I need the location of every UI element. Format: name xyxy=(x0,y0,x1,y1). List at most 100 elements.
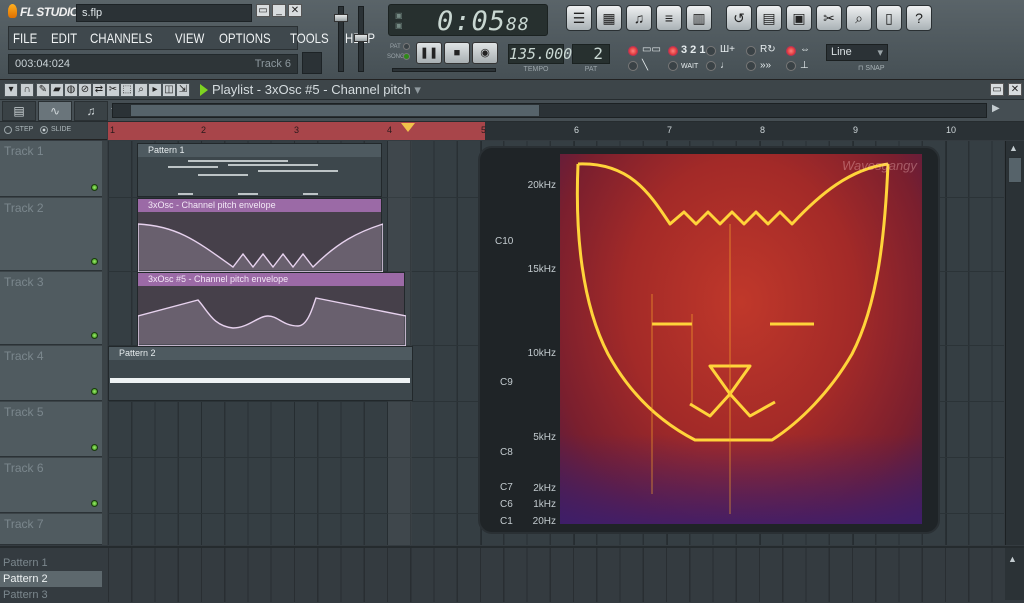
track-header-4[interactable]: Track 4 xyxy=(0,346,102,401)
freq-label-2khz: 2kHz xyxy=(533,483,556,494)
zoom-icon[interactable]: ⌕ xyxy=(134,83,148,97)
envelope-1-clip[interactable]: 3xOsc - Channel pitch envelope xyxy=(137,198,383,272)
scroll-right-icon[interactable]: ▶ xyxy=(992,103,1000,114)
minimize-icon[interactable]: _ xyxy=(272,4,286,17)
track-header-3[interactable]: Track 3 xyxy=(0,272,102,345)
overdub-led[interactable] xyxy=(706,46,716,56)
vertical-scroll-thumb[interactable] xyxy=(1008,157,1022,183)
step-edit-led[interactable] xyxy=(628,61,638,71)
slide-radio[interactable] xyxy=(40,126,48,134)
pattern-list-scrollbar[interactable]: ▲ xyxy=(1005,548,1024,600)
auto-scroll-led[interactable] xyxy=(786,46,796,56)
menu-options[interactable]: OPTIONS xyxy=(219,30,271,46)
pattern-list-item-2[interactable]: Pattern 2 xyxy=(0,571,102,587)
piano-roll-icon[interactable]: ♫ xyxy=(626,5,652,31)
play-pause-button[interactable]: ❚❚ xyxy=(416,42,442,64)
midi-icon[interactable] xyxy=(302,52,322,74)
track-header-7[interactable]: Track 7 xyxy=(0,514,102,545)
horizontal-scroll-thumb[interactable] xyxy=(130,104,540,117)
scroll-up-icon[interactable]: ▲ xyxy=(1009,143,1018,153)
cut-icon[interactable]: ✂ xyxy=(816,5,842,31)
snap-icon[interactable]: ◫ xyxy=(162,83,176,97)
track-header-2[interactable]: Track 2 xyxy=(0,198,102,271)
mute-icon[interactable]: ⊘ xyxy=(78,83,92,97)
step-label: STEP xyxy=(15,126,34,133)
tab-audio-icon[interactable]: ♫ xyxy=(74,101,108,121)
select-icon[interactable]: ⬚ xyxy=(120,83,134,97)
scroll-up-icon[interactable]: ▲ xyxy=(1008,554,1017,564)
track-mute-led[interactable] xyxy=(91,332,98,339)
metronome-led[interactable] xyxy=(628,46,638,56)
close-icon[interactable]: ✕ xyxy=(288,4,302,17)
draw-icon[interactable]: ✎ xyxy=(36,83,50,97)
tempo-value[interactable]: 135.000 xyxy=(508,44,572,64)
recording-filter-led[interactable] xyxy=(746,46,756,56)
track-mute-led[interactable] xyxy=(91,444,98,451)
track-mute-led[interactable] xyxy=(91,500,98,507)
playlist-icon[interactable]: ☰ xyxy=(566,5,592,31)
notes-icon[interactable]: ▯ xyxy=(876,5,902,31)
magnet-icon[interactable]: ∩ xyxy=(20,83,34,97)
pitch-led[interactable] xyxy=(786,61,796,71)
menu-file[interactable]: FILE xyxy=(13,30,37,46)
stop-button[interactable]: ■ xyxy=(444,42,470,64)
pattern-2-clip[interactable]: Pattern 2 xyxy=(108,346,413,401)
paint-icon[interactable]: ▰ xyxy=(50,83,64,97)
loop-record-led[interactable] xyxy=(706,61,716,71)
menu-channels[interactable]: CHANNELS xyxy=(90,30,153,46)
wait-led[interactable] xyxy=(668,61,678,71)
help-search-icon[interactable]: ⌕ xyxy=(846,5,872,31)
slip-icon[interactable]: ⇄ xyxy=(92,83,106,97)
tab-automation-icon[interactable]: ∿ xyxy=(38,101,72,121)
playlist-close-icon[interactable]: ✕ xyxy=(1008,83,1022,96)
hint-position: 003:04:024 xyxy=(15,58,71,70)
menu-edit[interactable]: EDIT xyxy=(51,30,77,46)
tab-song-icon[interactable]: ▤ xyxy=(2,101,36,121)
time-main: 0:05 xyxy=(437,6,507,37)
restore-icon[interactable]: ▭ xyxy=(256,4,270,17)
pattern-1-clip[interactable]: Pattern 1 xyxy=(137,143,382,197)
browser-icon[interactable]: ≡ xyxy=(656,5,682,31)
envelope-2-clip[interactable]: 3xOsc #5 - Channel pitch envelope xyxy=(137,272,406,346)
playlist-menu-icon[interactable]: ▾ xyxy=(4,83,18,97)
delete-icon[interactable]: ◍ xyxy=(64,83,78,97)
slice-icon[interactable]: ✂ xyxy=(106,83,120,97)
menu-tools[interactable]: TOOLS xyxy=(290,30,329,46)
count-in-led[interactable] xyxy=(668,46,678,56)
snap-select[interactable]: Line ▾ xyxy=(826,44,888,61)
record-button[interactable]: ◉ xyxy=(472,42,498,64)
track-mute-led[interactable] xyxy=(91,388,98,395)
song-mode-led[interactable] xyxy=(403,53,410,60)
playlist-title[interactable]: Playlist - 3xOsc #5 - Channel pitch ▾ xyxy=(212,82,421,98)
time-display[interactable]: ▣ ▣ 0:0588 xyxy=(388,4,548,37)
undo-icon[interactable]: ↺ xyxy=(726,5,752,31)
save-as-icon[interactable]: ▣ xyxy=(786,5,812,31)
vertical-scrollbar[interactable]: ▲ xyxy=(1005,141,1024,545)
save-icon[interactable]: ▤ xyxy=(756,5,782,31)
pat-mode-led[interactable] xyxy=(403,43,410,50)
song-position-marker[interactable] xyxy=(401,123,415,132)
pattern-list-item-1[interactable]: Pattern 1 xyxy=(0,555,102,571)
track-header-5[interactable]: Track 5 xyxy=(0,402,102,457)
mixer-icon[interactable]: ▥ xyxy=(686,5,712,31)
master-pitch-knob[interactable] xyxy=(354,34,368,42)
playlist-restore-icon[interactable]: ▭ xyxy=(990,83,1004,96)
menu-view[interactable]: VIEW xyxy=(175,30,204,46)
master-volume-knob[interactable] xyxy=(334,14,348,22)
question-icon[interactable]: ? xyxy=(906,5,932,31)
step-led[interactable] xyxy=(746,61,756,71)
playback-icon[interactable]: ▸ xyxy=(148,83,162,97)
cat-face-drawing xyxy=(575,162,890,514)
hint-bar: 003:04:024 Track 6 xyxy=(8,54,298,74)
track-header-6[interactable]: Track 6 xyxy=(0,458,102,513)
slide-label: SLIDE xyxy=(51,126,72,133)
step-sequencer-icon[interactable]: ▦ xyxy=(596,5,622,31)
detach-icon[interactable]: ⇲ xyxy=(176,83,190,97)
pattern-number[interactable]: 2 xyxy=(572,44,610,64)
pattern-list-item-3[interactable]: Pattern 3 xyxy=(0,587,102,601)
step-radio[interactable] xyxy=(4,126,12,134)
track-header-1[interactable]: Track 1 xyxy=(0,141,102,197)
song-position-slider[interactable] xyxy=(392,68,496,72)
track-mute-led[interactable] xyxy=(91,184,98,191)
track-mute-led[interactable] xyxy=(91,258,98,265)
